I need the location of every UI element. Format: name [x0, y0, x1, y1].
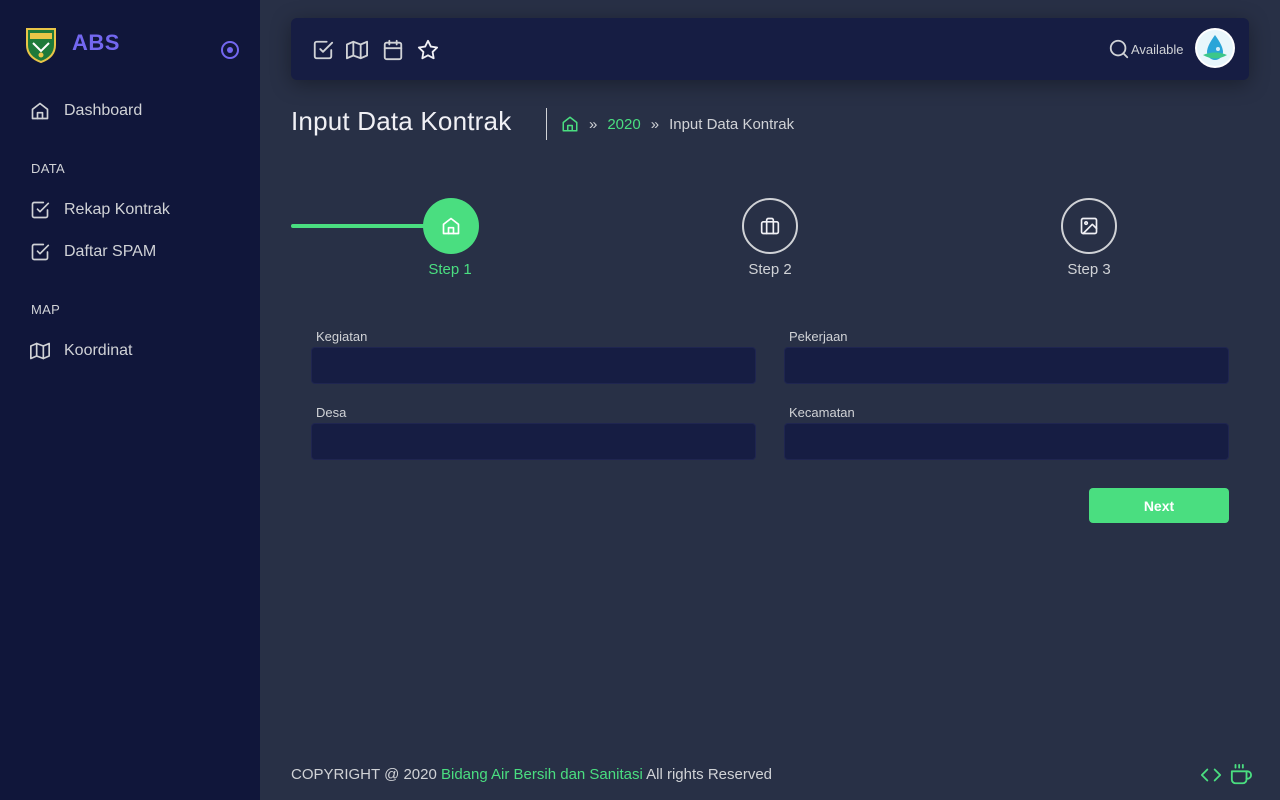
calendar-icon[interactable]: [382, 39, 404, 61]
map-icon[interactable]: [346, 39, 368, 61]
breadcrumb-current: Input Data Kontrak: [669, 115, 795, 133]
sidebar-item-koordinat[interactable]: Koordinat: [30, 339, 133, 363]
coffee-icon[interactable]: [1230, 764, 1252, 786]
home-icon: [30, 101, 50, 121]
brand-logo: [26, 28, 56, 63]
stepper-progress-line: [291, 224, 441, 228]
kegiatan-input[interactable]: [311, 347, 756, 384]
breadcrumb-year-link[interactable]: 2020: [607, 116, 640, 133]
sidebar-item-label: Rekap Kontrak: [64, 201, 170, 218]
breadcrumb-separator: »: [650, 115, 660, 133]
step-1-circle[interactable]: [423, 198, 479, 254]
user-status: Available: [1131, 42, 1184, 57]
kecamatan-input[interactable]: [784, 423, 1229, 460]
breadcrumb: » 2020 » Input Data Kontrak: [561, 113, 794, 135]
image-icon: [1079, 216, 1099, 236]
sidebar-toggle-icon[interactable]: [220, 40, 240, 60]
topbar: Available: [291, 18, 1249, 80]
nav-header-data: DATA: [31, 161, 65, 176]
sidebar-item-rekap-kontrak[interactable]: Rekap Kontrak: [30, 198, 170, 222]
desa-label: Desa: [316, 405, 347, 420]
footer-org-link[interactable]: Bidang Air Bersih dan Sanitasi: [441, 766, 643, 783]
check-square-icon: [30, 200, 50, 220]
footer-copyright-suffix: All rights Reserved: [642, 766, 773, 783]
code-icon[interactable]: [1200, 764, 1222, 786]
star-icon[interactable]: [417, 39, 439, 61]
sidebar-item-daftar-spam[interactable]: Daftar SPAM: [30, 240, 156, 264]
briefcase-icon: [760, 216, 780, 236]
pekerjaan-label: Pekerjaan: [789, 329, 848, 344]
nav-header-map: MAP: [31, 302, 61, 317]
check-square-icon[interactable]: [312, 39, 334, 61]
footer-copyright-prefix: COPYRIGHT @ 2020: [291, 766, 441, 783]
brand[interactable]: ABS: [24, 24, 119, 64]
sidebar-item-label: Koordinat: [64, 342, 133, 359]
page-title: Input Data Kontrak: [291, 106, 512, 136]
sidebar: ABS Dashboard DATA Rekap Kontrak Daftar …: [0, 0, 260, 800]
title-divider: [546, 108, 547, 140]
avatar[interactable]: [1195, 28, 1235, 68]
step-3-label: Step 3: [1067, 261, 1111, 278]
breadcrumb-separator: »: [589, 115, 598, 133]
step-2-circle[interactable]: [742, 198, 798, 254]
step-3-circle[interactable]: [1061, 198, 1117, 254]
brand-name: ABS: [72, 30, 120, 55]
sidebar-item-label: Daftar SPAM: [64, 243, 157, 260]
next-button[interactable]: Next: [1089, 488, 1229, 523]
water-drop-icon: [1197, 30, 1233, 66]
check-square-icon: [30, 242, 50, 262]
home-icon[interactable]: [561, 115, 579, 133]
desa-input[interactable]: [311, 423, 756, 460]
sidebar-item-dashboard[interactable]: Dashboard: [30, 99, 142, 123]
step-1-label: Step 1: [428, 261, 472, 278]
home-icon: [441, 216, 461, 236]
pekerjaan-input[interactable]: [784, 347, 1229, 384]
kecamatan-label: Kecamatan: [789, 405, 855, 420]
footer: COPYRIGHT @ 2020 Bidang Air Bersih dan S…: [291, 766, 772, 783]
search-icon[interactable]: [1108, 38, 1130, 60]
kegiatan-label: Kegiatan: [316, 329, 368, 344]
step-2-label: Step 2: [748, 261, 792, 278]
sidebar-item-label: Dashboard: [64, 102, 143, 119]
footer-icons: [1200, 764, 1252, 786]
map-icon: [30, 341, 50, 361]
